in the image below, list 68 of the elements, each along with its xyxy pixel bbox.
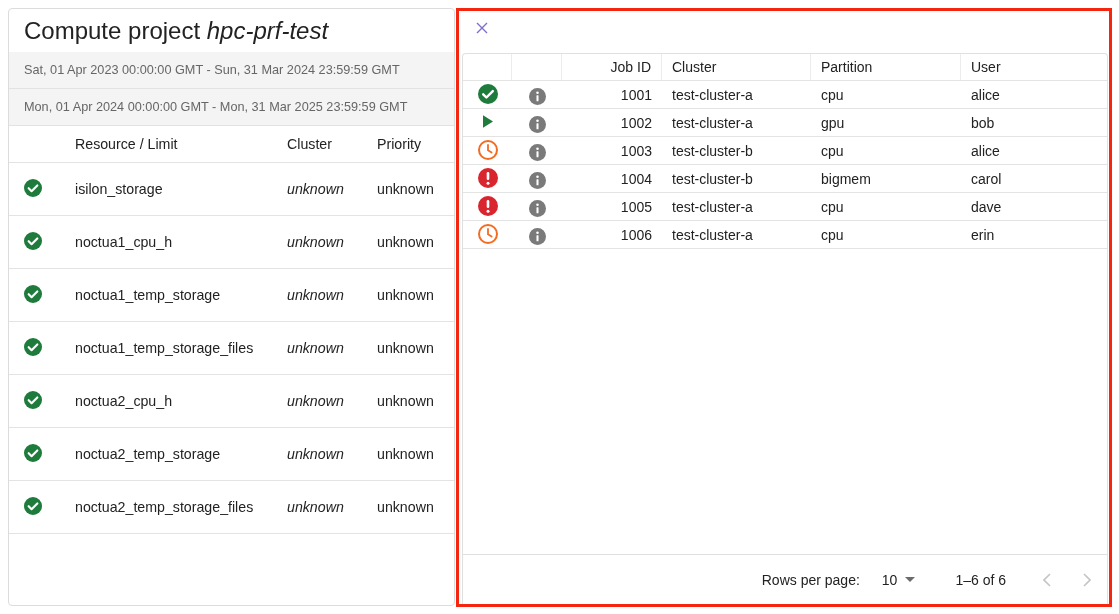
table-cell: unknown <box>287 234 344 250</box>
table-cell: unknown <box>287 181 344 197</box>
table-cell: test-cluster-a <box>672 86 753 103</box>
table-cell: unknown <box>377 446 434 462</box>
table-cell: 1001 <box>620 86 652 103</box>
table-cell: cpu <box>821 142 844 159</box>
table-cell: noctua1_temp_storage <box>75 287 221 303</box>
rows-per-page-select[interactable]: 10 <box>881 571 916 588</box>
table-cell: unknown <box>287 393 344 409</box>
rows-per-page-label: Rows per page: <box>761 571 860 588</box>
table-cell: 1005 <box>620 198 652 215</box>
chevron-right-icon <box>1083 572 1091 587</box>
column-header[interactable]: User <box>971 59 1001 75</box>
table-cell: dave <box>971 198 1002 215</box>
info-icon[interactable] <box>528 116 546 133</box>
table-cell: unknown <box>377 340 434 356</box>
table-cell: noctua2_cpu_h <box>75 393 173 409</box>
chevron-left-icon <box>1043 572 1051 587</box>
column-header[interactable]: Partition <box>821 59 873 75</box>
column-header: Priority <box>377 136 422 152</box>
table-cell: noctua1_temp_storage_files <box>75 340 254 356</box>
table-cell: unknown <box>377 181 434 197</box>
table-cell: unknown <box>377 393 434 409</box>
table-cell: cpu <box>821 226 844 243</box>
date-range: Sat, 01 Apr 2023 00:00:00 GMT - Sun, 31 Mar 2024 23:59:59 GMT <box>24 63 400 77</box>
info-icon[interactable] <box>528 200 546 217</box>
page-range: 1–6 of 6 <box>955 571 1006 588</box>
table-cell: carol <box>971 170 1002 187</box>
table-cell: test-cluster-b <box>672 170 753 187</box>
table-cell: bigmem <box>821 170 871 187</box>
table-cell: 1002 <box>620 114 652 131</box>
info-icon[interactable] <box>528 228 546 245</box>
column-header[interactable]: Job ID <box>610 59 651 75</box>
caret-icon <box>905 577 916 582</box>
table-cell: 1004 <box>620 170 652 187</box>
table-cell: test-cluster-a <box>672 114 753 131</box>
table-cell: cpu <box>821 198 844 215</box>
table-cell: noctua2_temp_storage_files <box>75 499 254 515</box>
table-cell: unknown <box>377 234 434 250</box>
info-icon[interactable] <box>528 88 546 105</box>
table-cell: test-cluster-a <box>672 198 753 215</box>
page-title: Compute project hpc-prf-test <box>23 16 329 46</box>
column-header: Resource / Limit <box>75 136 178 152</box>
close-icon[interactable] <box>476 22 488 34</box>
table-cell: unknown <box>287 287 344 303</box>
table-cell: gpu <box>821 114 845 131</box>
table-cell: unknown <box>287 446 344 462</box>
table-cell: noctua2_temp_storage <box>75 446 221 462</box>
table-cell: 1003 <box>620 142 652 159</box>
table-cell: test-cluster-a <box>672 226 753 243</box>
info-icon[interactable] <box>528 144 546 161</box>
table-cell: alice <box>971 86 1000 103</box>
info-icon[interactable] <box>528 172 546 189</box>
table-cell: alice <box>971 142 1000 159</box>
table-cell: unknown <box>377 287 434 303</box>
table-cell: test-cluster-b <box>672 142 753 159</box>
table-cell: erin <box>971 226 995 243</box>
table-cell: unknown <box>287 499 344 515</box>
column-header: Cluster <box>287 136 332 152</box>
table-cell: unknown <box>287 340 344 356</box>
table-cell: bob <box>971 114 995 131</box>
table-cell: noctua1_cpu_h <box>75 234 173 250</box>
table-cell: 1006 <box>620 226 652 243</box>
column-header[interactable]: Cluster <box>672 59 717 75</box>
table-cell: isilon_storage <box>75 181 163 197</box>
table-cell: cpu <box>821 86 844 103</box>
date-range: Mon, 01 Apr 2024 00:00:00 GMT - Mon, 31 Mar 2025 23:59:59 GMT <box>24 100 408 114</box>
table-cell: unknown <box>377 499 434 515</box>
